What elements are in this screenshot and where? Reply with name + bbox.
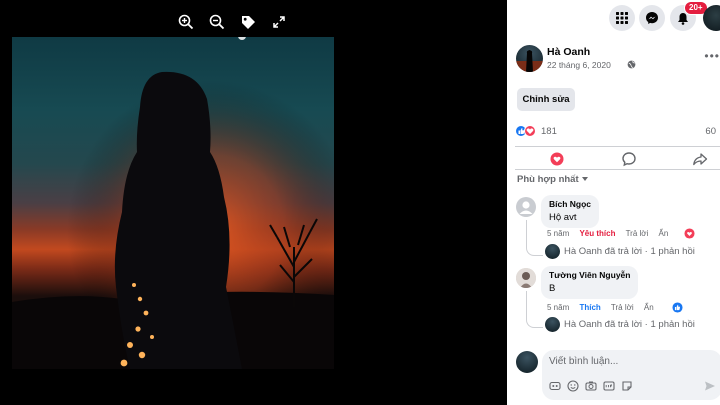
zoom-out-button[interactable] [201, 10, 232, 34]
viewer-toolbar [170, 10, 294, 34]
comment-hide-button[interactable]: Ẩn [659, 229, 669, 238]
reaction-count: 181 [541, 126, 557, 137]
comment-sort-dropdown[interactable]: Phù hợp nhất [517, 174, 588, 185]
send-icon[interactable] [704, 380, 716, 392]
commenter-avatar[interactable] [516, 197, 536, 217]
reply-summary: Hà Oanh đã trả lời · 1 phản hồi [564, 246, 695, 257]
author-avatar[interactable] [516, 45, 543, 72]
comment-time[interactable]: 5 năm [547, 303, 569, 312]
love-reaction-icon [524, 125, 536, 137]
comment-like-button[interactable]: Yêu thích [579, 229, 615, 238]
comment-time[interactable]: 5 năm [547, 229, 569, 238]
top-bar: 20+ [507, 0, 720, 36]
comment-bubble: Bích Ngọc Hộ avt [541, 195, 600, 228]
zoom-out-icon [209, 14, 224, 30]
composer-tools [549, 380, 639, 392]
gif-icon[interactable] [603, 380, 615, 392]
tag-icon [241, 16, 255, 29]
caret-down-icon [581, 177, 588, 182]
messenger-button[interactable] [639, 5, 665, 31]
love-icon[interactable] [549, 151, 565, 167]
comment-like-button[interactable]: Thích [579, 303, 600, 312]
globe-icon [627, 60, 636, 69]
emoji-icon[interactable] [567, 380, 579, 392]
account-avatar[interactable] [703, 5, 720, 31]
menu-grid-icon [616, 12, 628, 24]
composer-avatar[interactable] [516, 351, 538, 373]
fullscreen-icon [272, 16, 285, 28]
post-side-panel: 20+ Hà Oanh 22 tháng 6, 2020 ••• Chỉnh s… [507, 0, 720, 405]
comment-count[interactable]: 60 [705, 126, 716, 137]
comment-input-box [542, 350, 720, 400]
reply-summary: Hà Oanh đã trả lời · 1 phản hồi [564, 319, 695, 330]
thread-connector [526, 220, 543, 256]
post-author-name[interactable]: Hà Oanh [547, 46, 590, 58]
sort-label: Phù hợp nhất [517, 174, 579, 185]
comment-bubble: Tường Viên Nguyễn B [541, 266, 639, 299]
post-header: Hà Oanh 22 tháng 6, 2020 ••• [516, 45, 720, 75]
reaction-summary[interactable]: 181 60 [515, 125, 720, 139]
comment-icon[interactable] [621, 151, 637, 167]
share-icon[interactable] [692, 151, 708, 167]
notifications-button[interactable]: 20+ [670, 1, 708, 31]
default-avatar-icon [519, 201, 533, 214]
tag-photo-button[interactable] [232, 10, 263, 34]
commenter-name[interactable]: Bích Ngọc [549, 199, 591, 209]
comment-reply-button[interactable]: Trả lời [626, 229, 649, 238]
comment-meta: 5 năm Thích Trả lời Ẩn [547, 303, 662, 312]
reply-author-avatar [545, 317, 560, 332]
zoom-in-button[interactable] [170, 10, 201, 34]
edit-button[interactable]: Chỉnh sửa [517, 88, 575, 111]
comment-composer [507, 348, 720, 405]
camera-icon[interactable] [585, 380, 597, 392]
commenter-name[interactable]: Tường Viên Nguyễn [549, 270, 630, 280]
heart-icon [526, 128, 534, 134]
thread-connector [526, 291, 543, 328]
comment-reply-button[interactable]: Trả lời [611, 303, 634, 312]
avatar-sticker-icon[interactable] [549, 380, 561, 392]
reply-author-avatar [545, 244, 560, 259]
comment-meta: 5 năm Yêu thích Trả lời Ẩn [547, 229, 676, 238]
zoom-in-icon [178, 14, 193, 30]
comment-text: Hộ avt [549, 212, 577, 223]
photo-viewer [0, 0, 507, 405]
photo[interactable] [12, 37, 334, 369]
like-reaction-icon [672, 302, 683, 313]
post-actions [515, 146, 720, 170]
sticker-icon[interactable] [621, 380, 633, 392]
silhouette-photo [12, 37, 334, 369]
comment-input[interactable] [549, 356, 709, 367]
commenter-photo [516, 268, 536, 288]
menu-button[interactable] [609, 5, 635, 31]
post-date[interactable]: 22 tháng 6, 2020 [547, 60, 611, 70]
comment-text: B [549, 283, 556, 294]
fullscreen-button[interactable] [263, 10, 294, 34]
more-options-button[interactable]: ••• [704, 49, 720, 63]
love-reaction-icon [684, 228, 695, 239]
author-avatar-image [516, 50, 543, 72]
commenter-avatar[interactable] [516, 268, 536, 288]
messenger-icon [646, 12, 658, 24]
comment-hide-button[interactable]: Ẩn [644, 303, 654, 312]
